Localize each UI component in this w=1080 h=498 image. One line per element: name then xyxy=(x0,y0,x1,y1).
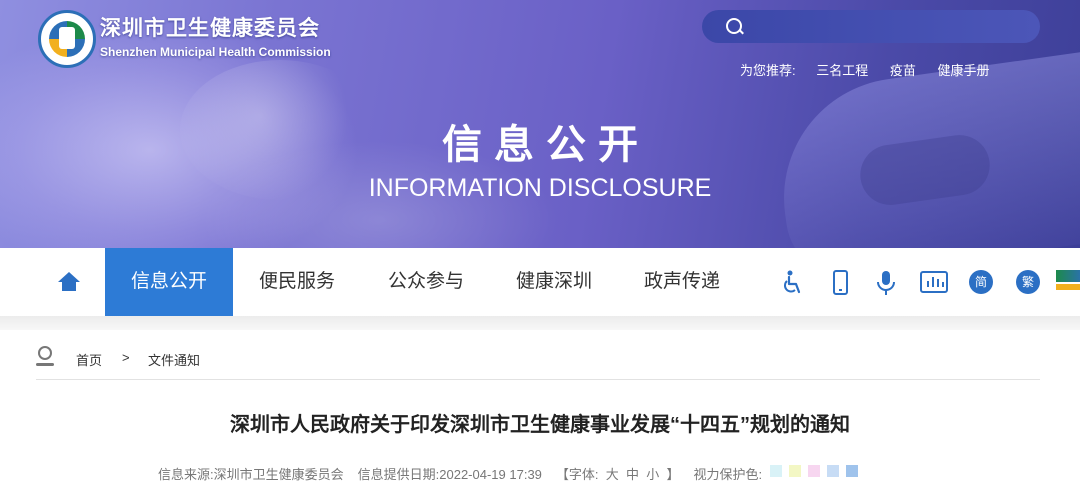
nav-shadow xyxy=(0,316,1080,330)
eye-care-color-3[interactable] xyxy=(808,465,820,477)
accessibility-icon[interactable] xyxy=(780,270,806,296)
nav-item-public-participation[interactable]: 公众参与 xyxy=(366,248,486,316)
recommend-link-health-handbook[interactable]: 健康手册 xyxy=(938,63,990,78)
partner-logo-bottom xyxy=(1056,284,1080,290)
date-label: 信息提供日期: xyxy=(357,467,440,482)
breadcrumb-separator: > xyxy=(122,350,130,365)
home-icon[interactable] xyxy=(58,272,80,292)
article-meta: 信息来源:深圳市卫生健康委员会 信息提供日期:2022-04-19 17:39 【字… xyxy=(158,464,762,483)
eye-care-color-5[interactable] xyxy=(846,465,858,477)
nav-item-government-voice[interactable]: 政声传递 xyxy=(622,248,742,316)
location-icon-ring xyxy=(38,346,52,360)
partner-logo-top xyxy=(1056,270,1080,282)
eye-care-color-4[interactable] xyxy=(827,465,839,477)
recommend-bar: 为您推荐: 三名工程 疫苗 健康手册 xyxy=(740,60,1008,79)
location-icon xyxy=(36,346,54,366)
recommend-link-sanming[interactable]: 三名工程 xyxy=(816,63,868,78)
search-input[interactable] xyxy=(750,14,1024,41)
chart-icon-glyph xyxy=(920,271,948,293)
banner-title: 信息公开 xyxy=(442,123,650,167)
location-icon-base xyxy=(36,363,54,366)
breadcrumb-home-link[interactable]: 首页 xyxy=(76,350,102,369)
szhc-logo-icon[interactable] xyxy=(38,10,96,68)
article-title: 深圳市人民政府关于印发深圳市卫生健康事业发展“十四五”规划的通知 xyxy=(230,414,850,436)
eye-care-color-1[interactable] xyxy=(770,465,782,477)
font-size-small-button[interactable]: 小 xyxy=(646,467,659,482)
nav-item-info-disclosure[interactable]: 信息公开 xyxy=(105,248,233,316)
font-size-close: 】 xyxy=(666,467,680,482)
recommend-link-vaccine[interactable]: 疫苗 xyxy=(890,63,916,78)
traditional-chinese-button[interactable]: 繁 xyxy=(1016,270,1040,294)
eye-care-label: 视力保护色: xyxy=(693,467,763,482)
microphone-icon-glyph xyxy=(877,271,895,295)
date-value: 2022-04-19 17:39 xyxy=(439,467,542,482)
hero-banner: 深圳市卫生健康委员会 Shenzhen Municipal Health Com… xyxy=(0,0,1080,248)
banner-subtitle: INFORMATION DISCLOSURE xyxy=(368,174,712,202)
nav-item-public-services[interactable]: 便民服务 xyxy=(237,248,357,316)
source-label: 信息来源: xyxy=(158,467,214,482)
mobile-icon[interactable] xyxy=(828,270,854,296)
search-bar[interactable] xyxy=(702,10,1040,43)
accessibility-icon-glyph xyxy=(784,270,801,294)
simplified-chinese-button[interactable]: 简 xyxy=(969,270,993,294)
org-name-en: Shenzhen Municipal Health Commission xyxy=(100,45,331,59)
partner-logo-icon[interactable] xyxy=(1056,266,1080,296)
breadcrumb-divider xyxy=(36,379,1040,380)
logo-center xyxy=(59,27,75,49)
source-value: 深圳市卫生健康委员会 xyxy=(213,467,344,482)
search-icon[interactable] xyxy=(726,18,742,34)
breadcrumb: 首页 > 文件通知 xyxy=(36,344,1040,374)
breadcrumb-current[interactable]: 文件通知 xyxy=(148,350,200,369)
eye-care-color-2[interactable] xyxy=(789,465,801,477)
font-size-large-button[interactable]: 大 xyxy=(606,467,619,482)
main-nav: 信息公开 便民服务 公众参与 健康深圳 政声传递 简 繁 xyxy=(0,248,1080,330)
mobile-icon-glyph xyxy=(833,270,848,295)
nav-item-healthy-shenzhen[interactable]: 健康深圳 xyxy=(494,248,614,316)
font-size-label: 【字体: xyxy=(555,467,599,482)
microphone-icon[interactable] xyxy=(873,270,899,296)
org-name-cn[interactable]: 深圳市卫生健康委员会 xyxy=(100,12,320,42)
font-size-medium-button[interactable]: 中 xyxy=(626,467,639,482)
chart-icon[interactable] xyxy=(919,270,949,296)
recommend-label: 为您推荐: xyxy=(740,63,796,78)
